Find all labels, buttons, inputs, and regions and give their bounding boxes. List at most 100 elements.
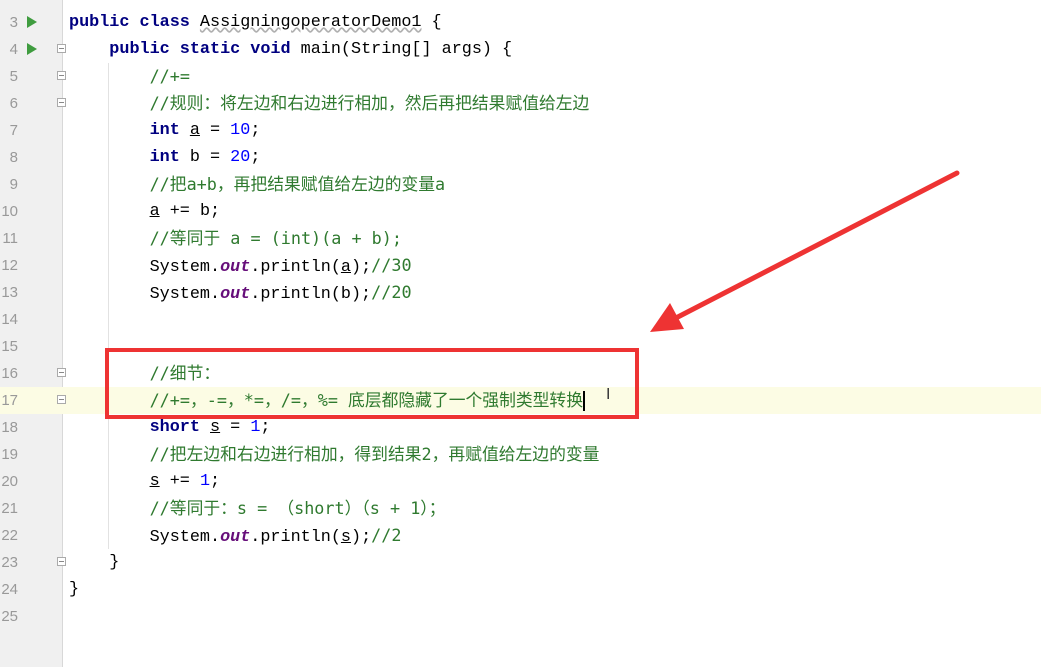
code-text: int a = 10; — [69, 117, 261, 144]
code-text: int b = 20; — [69, 144, 261, 171]
code-text: } — [69, 576, 79, 603]
code-token: int — [149, 121, 190, 140]
code-line[interactable]: 2 — [0, 0, 1041, 9]
code-token: 20 — [230, 148, 251, 167]
code-line[interactable]: 19 //把左边和右边进行相加，得到结果2，再赋值给左边的变量 — [0, 441, 1041, 468]
code-line[interactable]: 4 public static void main(String[] args)… — [0, 36, 1041, 63]
code-token: 1 — [250, 418, 261, 437]
code-line[interactable]: 25 — [0, 603, 1041, 630]
fold-icon[interactable] — [57, 98, 66, 107]
line-number: 20 — [1, 473, 18, 490]
line-number: 21 — [1, 500, 18, 517]
code-token: System. — [69, 285, 221, 304]
code-line[interactable]: 20 s += 1; — [0, 468, 1041, 495]
code-token: a — [340, 258, 351, 277]
code-token: //等同于 a = (int)(a + b); — [149, 228, 402, 248]
code-token: int — [149, 148, 190, 167]
code-token: s — [149, 472, 160, 491]
code-token: //+= — [149, 66, 190, 86]
code-token: short — [149, 418, 211, 437]
code-text: } — [69, 549, 119, 576]
line-number: 10 — [1, 203, 18, 220]
code-token: 1 — [199, 472, 211, 491]
code-line[interactable]: 9 //把a+b，再把结果赋值给左边的变量a — [0, 171, 1041, 198]
code-line[interactable]: 12 System.out.println(a);//30 — [0, 252, 1041, 279]
code-line[interactable]: 24} — [0, 576, 1041, 603]
line-number: 9 — [9, 176, 18, 193]
code-text: public static void main(String[] args) { — [69, 36, 512, 63]
code-token: //20 — [371, 282, 412, 302]
code-line[interactable]: 10 a += b; — [0, 198, 1041, 225]
fold-icon[interactable] — [57, 44, 66, 53]
code-token: ; — [210, 472, 221, 491]
code-token: public static void — [109, 40, 301, 59]
code-line[interactable]: 6 //规则：将左边和右边进行相加，然后再把结果赋值给左边 — [0, 90, 1041, 117]
code-token: out — [220, 285, 251, 304]
code-token: = — [199, 121, 231, 140]
line-number: 6 — [9, 95, 18, 112]
line-number: 12 — [1, 257, 18, 274]
line-number: 3 — [9, 14, 18, 31]
line-number: 19 — [1, 446, 18, 463]
code-token: ); — [351, 528, 372, 547]
line-number: 15 — [1, 338, 18, 355]
code-line[interactable]: 13 System.out.println(b);//20 — [0, 279, 1041, 306]
code-token: a — [149, 202, 160, 221]
line-number: 2 — [0, 0, 18, 9]
run-icon[interactable] — [27, 43, 37, 55]
code-token: a — [189, 121, 200, 140]
code-token: main(String[] args) { — [300, 40, 513, 59]
text-caret — [583, 391, 585, 411]
code-token: //2 — [371, 525, 402, 545]
code-token: ; — [260, 418, 271, 437]
line-number: 25 — [1, 608, 18, 625]
code-token: .println( — [250, 528, 341, 547]
code-token: 10 — [230, 121, 251, 140]
code-text: //等同于：s = （short）（s + 1）； — [69, 495, 446, 524]
run-icon[interactable] — [27, 16, 37, 28]
fold-icon[interactable] — [57, 557, 66, 566]
code-token: .println( — [250, 258, 341, 277]
code-text: //把a+b，再把结果赋值给左边的变量a — [69, 171, 446, 200]
code-text: //规则：将左边和右边进行相加，然后再把结果赋值给左边 — [69, 90, 590, 119]
code-line[interactable]: 8 int b = 20; — [0, 144, 1041, 171]
code-token: //等同于：s = （short）（s + 1）； — [149, 498, 446, 518]
fold-icon[interactable] — [57, 395, 66, 404]
code-line[interactable]: 21 //等同于：s = （short）（s + 1）； — [0, 495, 1041, 522]
code-token: AssigningoperatorDemo1 — [199, 13, 422, 32]
code-line[interactable]: 11 //等同于 a = (int)(a + b); — [0, 225, 1041, 252]
line-number: 22 — [1, 527, 18, 544]
code-text: //把左边和右边进行相加，得到结果2，再赋值给左边的变量 — [69, 441, 600, 470]
code-line[interactable]: 5 //+= — [0, 63, 1041, 90]
annotation-highlight-box — [105, 348, 639, 419]
fold-icon[interactable] — [57, 368, 66, 377]
code-line[interactable]: 23 } — [0, 549, 1041, 576]
code-line[interactable]: 14 — [0, 306, 1041, 333]
code-text: //等同于 a = (int)(a + b); — [69, 225, 402, 254]
code-token: public class — [69, 13, 200, 32]
code-text: a += b; — [69, 198, 221, 225]
code-token: System. — [69, 528, 221, 547]
code-token: //把a+b，再把结果赋值给左边的变量a — [149, 174, 446, 194]
code-token: s — [340, 528, 351, 547]
code-token: ); — [351, 258, 372, 277]
code-token: += — [159, 472, 200, 491]
code-line[interactable]: 7 int a = 10; — [0, 117, 1041, 144]
code-token: //把左边和右边进行相加，得到结果2，再赋值给左边的变量 — [149, 444, 600, 464]
code-line[interactable]: 22 System.out.println(s);//2 — [0, 522, 1041, 549]
code-line[interactable]: 3 public class AssigningoperatorDemo1 { — [0, 9, 1041, 36]
fold-icon[interactable] — [57, 71, 66, 80]
code-token: s — [210, 418, 221, 437]
code-text: s += 1; — [69, 468, 221, 495]
code-token: } — [69, 553, 120, 572]
line-number: 23 — [1, 554, 18, 571]
line-number: 14 — [1, 311, 18, 328]
